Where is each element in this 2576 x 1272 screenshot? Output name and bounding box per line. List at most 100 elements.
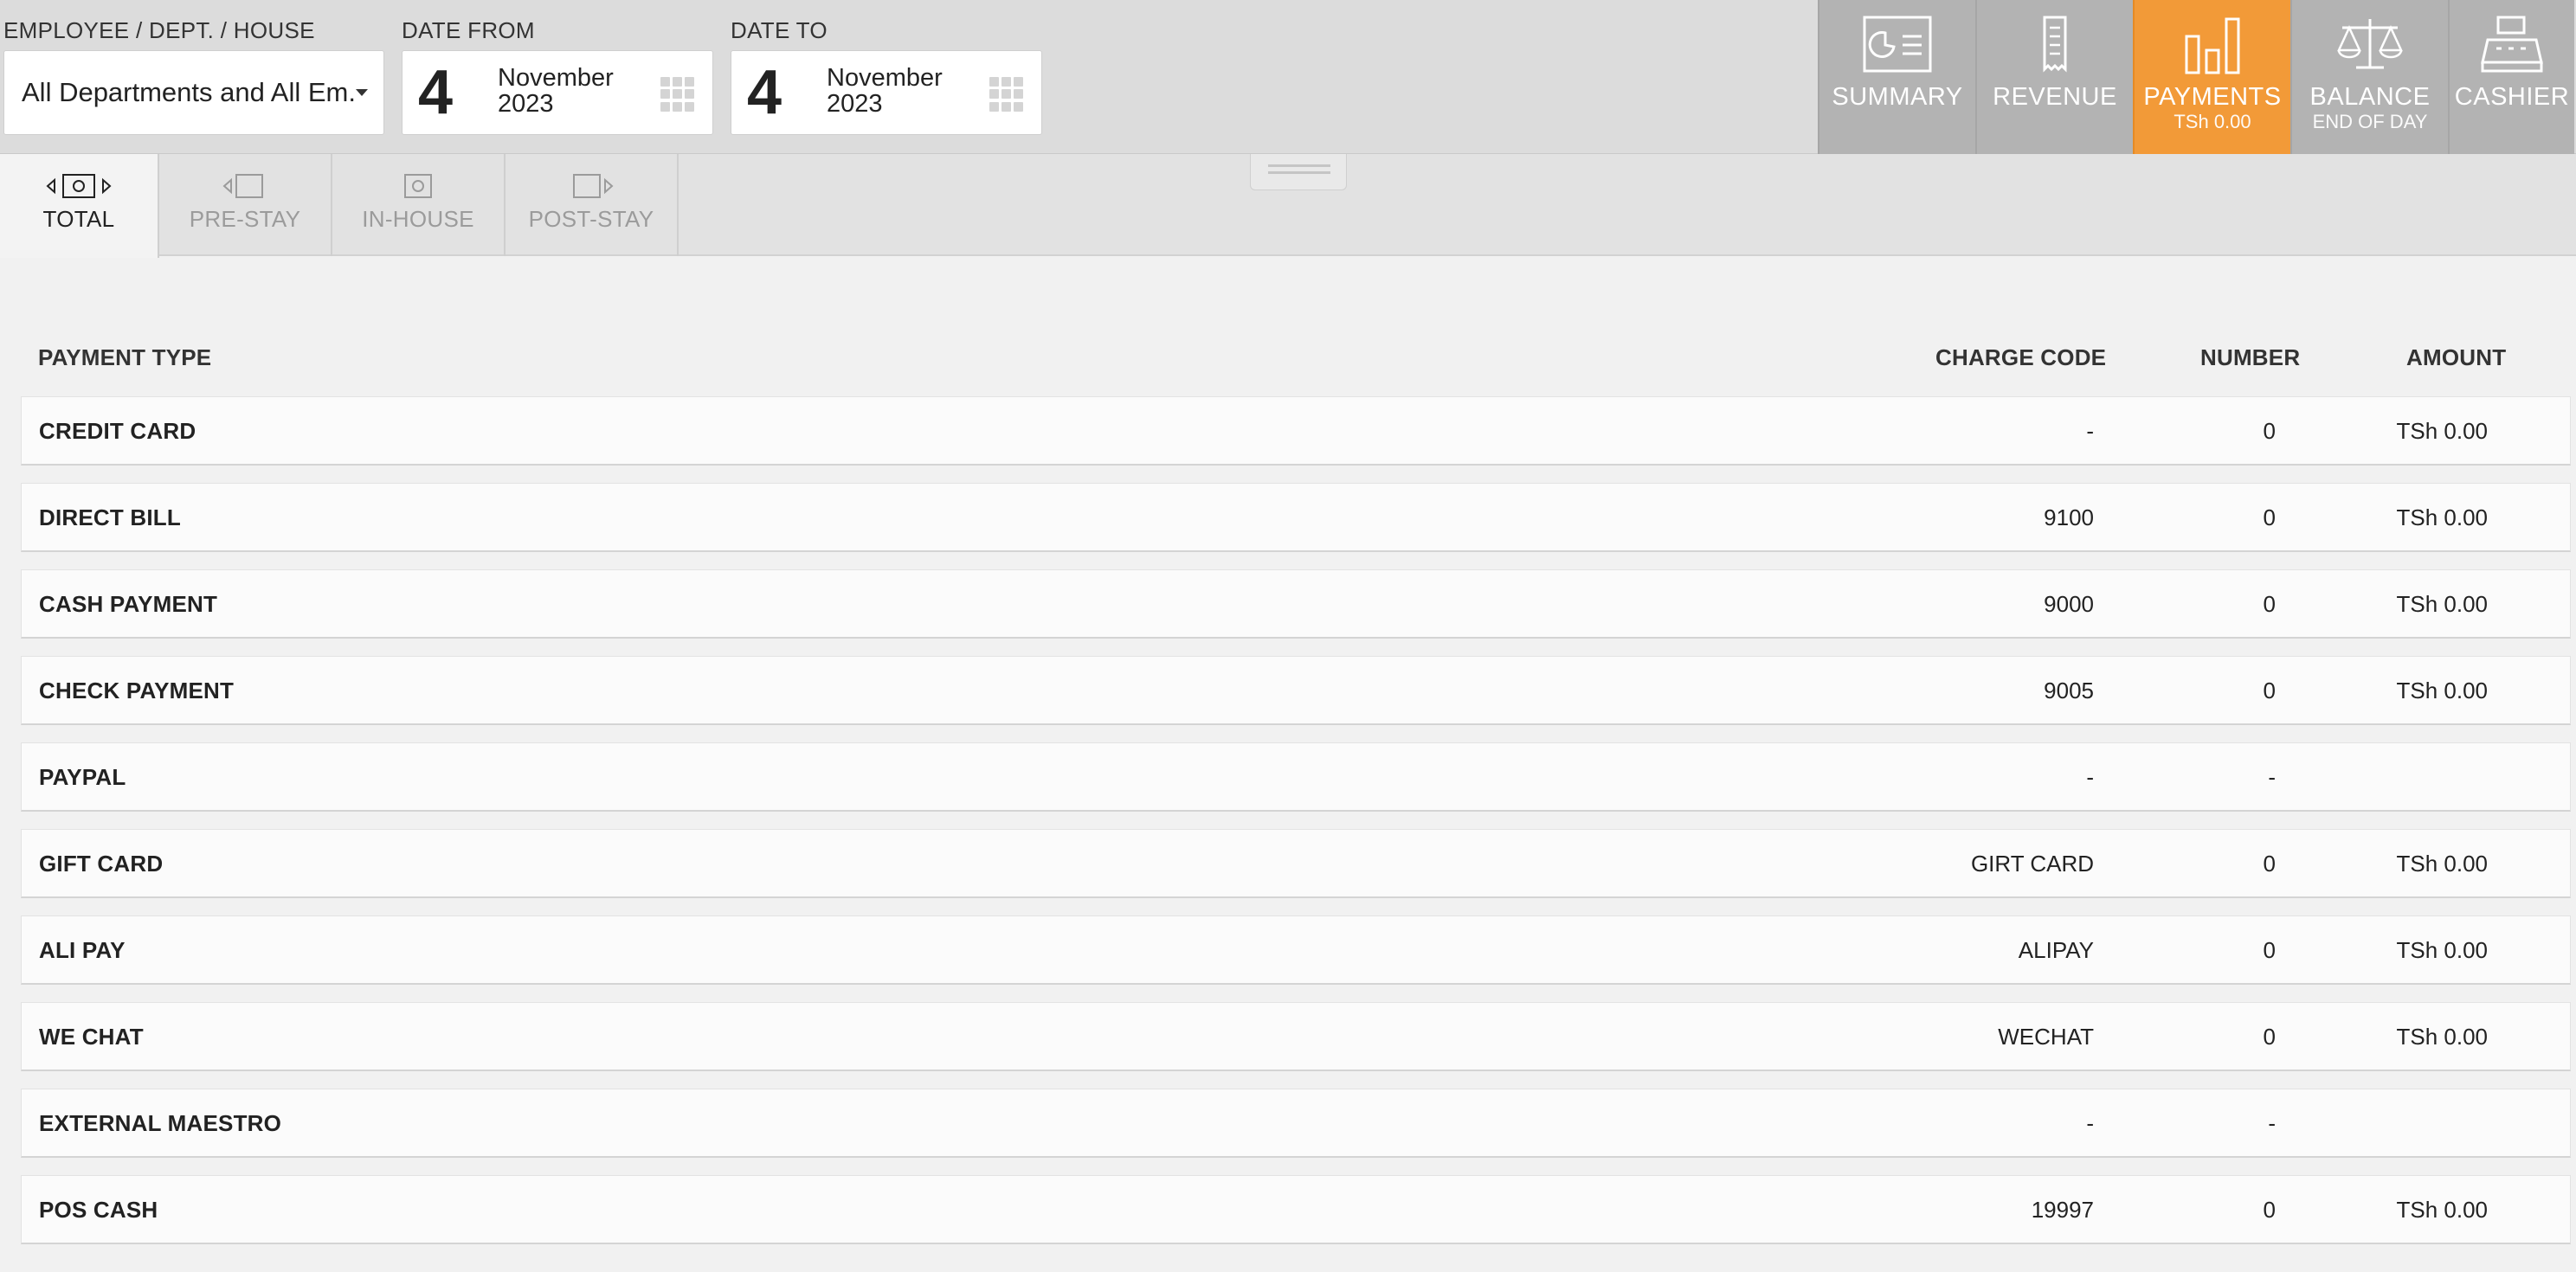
payment-type-cell: PAYPAL (39, 764, 126, 790)
employee-filter-label: EMPLOYEE / DEPT. / HOUSE (3, 17, 315, 43)
table-row[interactable]: DIRECT BILL 9100 0 TSh 0.00 (21, 483, 2571, 552)
payment-type-cell: CHECK PAYMENT (39, 678, 235, 703)
total-stay-icon (46, 174, 112, 198)
number-cell: 0 (2263, 851, 2276, 877)
amount-cell: TSh 0.00 (2396, 851, 2488, 877)
charge-code-cell: 9000 (2044, 591, 2094, 617)
charge-code-cell: - (2086, 418, 2094, 444)
table-row[interactable]: PAYPAL - - (21, 742, 2571, 812)
amount-cell: TSh 0.00 (2396, 591, 2488, 617)
date-to-label: DATE TO (731, 17, 828, 43)
charge-code-cell: - (2086, 764, 2094, 790)
amount-cell: TSh 0.00 (2396, 504, 2488, 530)
chevron-down-icon (356, 89, 368, 96)
header-number: NUMBER (2200, 344, 2301, 370)
tab-total-label: TOTAL (42, 206, 115, 232)
date-to-year: 2023 (827, 90, 883, 118)
payment-type-cell: GIFT CARD (39, 851, 164, 877)
charge-code-cell: 9005 (2044, 678, 2094, 703)
number-cell: 0 (2263, 591, 2276, 617)
nav-tile-summary[interactable]: SUMMARY (1818, 0, 1975, 154)
amount-cell: TSh 0.00 (2396, 1024, 2488, 1050)
charge-code-cell: 9100 (2044, 504, 2094, 530)
tab-post-stay[interactable]: POST-STAY (506, 154, 679, 256)
tab-pre-stay-label: PRE-STAY (189, 206, 301, 232)
pre-stay-icon (222, 174, 263, 198)
date-from-picker[interactable]: 4 November 2023 (402, 50, 713, 135)
header-charge-code: CHARGE CODE (1935, 344, 2107, 370)
charge-code-cell: GIRT CARD (1970, 851, 2094, 877)
payment-type-cell: EXTERNAL MAESTRO (39, 1110, 282, 1136)
nav-tile-revenue[interactable]: REVENUE (1975, 0, 2133, 154)
amount-cell: TSh 0.00 (2396, 1197, 2488, 1223)
date-from-month: November (498, 64, 614, 92)
nav-tile-balance-label: BALANCE (2309, 83, 2431, 111)
top-toolbar: EMPLOYEE / DEPT. / HOUSE All Departments… (0, 0, 2576, 154)
report-nav: SUMMARY REVENUE PAYMENTS TSh 0.00 BALANC… (1818, 0, 2576, 154)
cash-register-icon (2481, 16, 2543, 73)
date-to-day: 4 (747, 58, 782, 127)
tab-total[interactable]: TOTAL (0, 154, 159, 258)
table-row[interactable]: WE CHAT WECHAT 0 TSh 0.00 (21, 1002, 2571, 1071)
table-row[interactable]: POS CASH 19997 0 TSh 0.00 (21, 1175, 2571, 1244)
date-from-day: 4 (418, 58, 454, 127)
nav-tile-balance[interactable]: BALANCE END OF DAY (2290, 0, 2448, 154)
number-cell: - (2268, 1110, 2276, 1136)
table-row[interactable]: CASH PAYMENT 9000 0 TSh 0.00 (21, 569, 2571, 639)
table-row[interactable]: CREDIT CARD - 0 TSh 0.00 (21, 396, 2571, 466)
payment-type-cell: WE CHAT (39, 1024, 144, 1050)
summary-card-icon (1863, 16, 1932, 73)
charge-code-cell: WECHAT (1998, 1024, 2094, 1050)
header-payment-type: PAYMENT TYPE (38, 344, 212, 370)
payment-type-cell: DIRECT BILL (39, 504, 181, 530)
tab-pre-stay[interactable]: PRE-STAY (159, 154, 332, 256)
nav-tile-balance-sub: END OF DAY (2312, 111, 2428, 132)
number-cell: 0 (2263, 937, 2276, 963)
scales-icon (2337, 19, 2403, 69)
number-cell: 0 (2263, 1197, 2276, 1223)
nav-tile-summary-label: SUMMARY (1832, 83, 1963, 111)
department-select[interactable]: All Departments and All Em. (3, 50, 384, 135)
header-amount: AMOUNT (2406, 344, 2507, 370)
date-to-month: November (827, 64, 943, 92)
number-cell: 0 (2263, 678, 2276, 703)
number-cell: - (2268, 764, 2276, 790)
amount-cell: TSh 0.00 (2396, 678, 2488, 703)
post-stay-icon (573, 174, 614, 198)
nav-tile-payments[interactable]: PAYMENTS TSh 0.00 (2133, 0, 2290, 154)
bar-chart-icon (2185, 17, 2240, 74)
table-row[interactable]: CHECK PAYMENT 9005 0 TSh 0.00 (21, 656, 2571, 725)
tab-in-house[interactable]: IN-HOUSE (332, 154, 506, 256)
department-select-value: All Departments and All Em. (22, 77, 356, 107)
payment-type-cell: CASH PAYMENT (39, 591, 218, 617)
receipt-icon (2043, 16, 2067, 73)
number-cell: 0 (2263, 1024, 2276, 1050)
charge-code-cell: ALIPAY (2018, 937, 2094, 963)
tab-post-stay-label: POST-STAY (528, 206, 654, 232)
panel-drag-handle[interactable] (1250, 154, 1347, 190)
nav-tile-revenue-label: REVENUE (1993, 83, 2117, 111)
calendar-grid-icon[interactable] (660, 77, 695, 112)
date-from-year: 2023 (498, 90, 554, 118)
table-row[interactable]: GIFT CARD GIRT CARD 0 TSh 0.00 (21, 829, 2571, 898)
nav-tile-payments-total: TSh 0.00 (2174, 111, 2251, 132)
nav-tile-cashier[interactable]: CASHIER (2448, 0, 2574, 154)
number-cell: 0 (2263, 418, 2276, 444)
payment-type-cell: POS CASH (39, 1197, 158, 1223)
nav-tile-cashier-label: CASHIER (2454, 83, 2570, 111)
date-from-label: DATE FROM (402, 17, 535, 43)
table-row[interactable]: ALI PAY ALIPAY 0 TSh 0.00 (21, 915, 2571, 985)
table-row[interactable]: EXTERNAL MAESTRO - - (21, 1089, 2571, 1158)
amount-cell: TSh 0.00 (2396, 418, 2488, 444)
amount-cell: TSh 0.00 (2396, 937, 2488, 963)
nav-tile-payments-label: PAYMENTS (2143, 83, 2282, 111)
table-header: PAYMENT TYPE CHARGE CODE NUMBER AMOUNT (21, 344, 2566, 379)
payment-type-cell: ALI PAY (39, 937, 126, 963)
charge-code-cell: - (2086, 1110, 2094, 1136)
date-to-picker[interactable]: 4 November 2023 (731, 50, 1042, 135)
number-cell: 0 (2263, 504, 2276, 530)
tab-in-house-label: IN-HOUSE (362, 206, 474, 232)
charge-code-cell: 19997 (2031, 1197, 2094, 1223)
in-house-icon (404, 174, 432, 198)
calendar-grid-icon[interactable] (989, 77, 1024, 112)
